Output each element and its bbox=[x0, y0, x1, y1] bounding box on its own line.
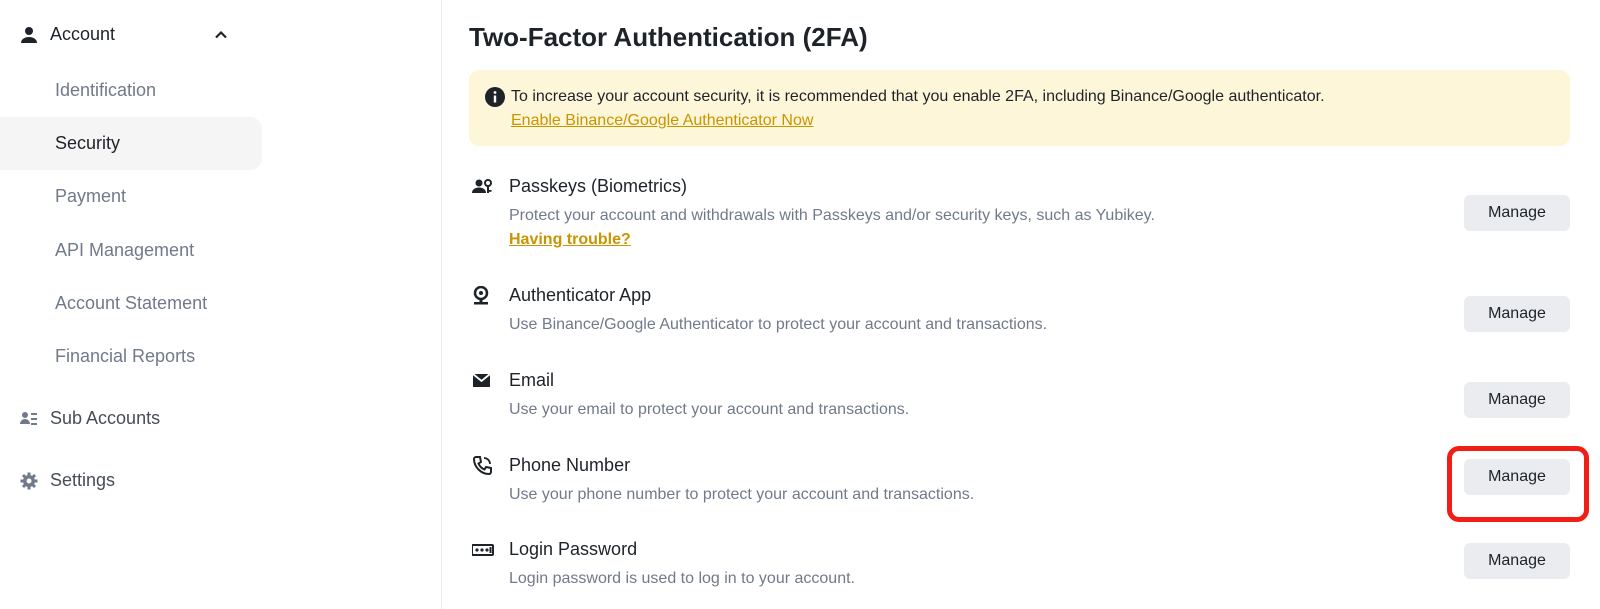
sidebar-group-account[interactable]: Account bbox=[20, 24, 230, 45]
sidebar: Account Identification Security Payment … bbox=[0, 0, 442, 609]
passkey-icon bbox=[472, 177, 494, 199]
sidebar-item-financial-reports[interactable]: Financial Reports bbox=[55, 346, 195, 367]
method-title: Passkeys (Biometrics) bbox=[509, 176, 688, 196]
sidebar-group-sub-accounts[interactable]: Sub Accounts bbox=[20, 408, 160, 429]
method-description: Protect your account and withdrawals wit… bbox=[509, 207, 1155, 224]
manage-email-button[interactable]: Manage bbox=[1464, 382, 1570, 418]
gear-icon bbox=[20, 472, 38, 490]
sidebar-item-label: API Management bbox=[55, 240, 195, 260]
chevron-up-icon[interactable] bbox=[212, 26, 230, 44]
sidebar-item-label: Payment bbox=[55, 186, 127, 206]
sidebar-item-label: Identification bbox=[55, 80, 157, 100]
user-icon bbox=[20, 26, 38, 44]
having-trouble-link[interactable]: Having trouble? bbox=[509, 231, 631, 249]
password-icon bbox=[471, 540, 494, 562]
page-title: Two-Factor Authentication (2FA) bbox=[469, 22, 868, 52]
notice-text: To increase your account security, it is… bbox=[511, 88, 1325, 105]
sidebar-account-label: Account bbox=[50, 24, 116, 44]
sidebar-item-label: Financial Reports bbox=[55, 346, 196, 366]
method-title: Phone Number bbox=[509, 455, 631, 475]
enable-authenticator-link[interactable]: Enable Binance/Google Authenticator Now bbox=[511, 112, 813, 130]
sidebar-item-security[interactable]: Security bbox=[55, 133, 120, 154]
method-description: Use Binance/Google Authenticator to prot… bbox=[509, 316, 1048, 333]
sidebar-item-api-management[interactable]: API Management bbox=[55, 240, 194, 261]
method-title: Login Password bbox=[509, 539, 638, 559]
manage-authenticator-button[interactable]: Manage bbox=[1464, 296, 1570, 332]
method-description: Login password is used to log in to your… bbox=[509, 570, 855, 587]
manage-password-button[interactable]: Manage bbox=[1464, 543, 1570, 579]
highlight-box bbox=[1447, 446, 1589, 522]
sidebar-item-label: Security bbox=[55, 133, 121, 153]
notice-banner: To increase your account security, it is… bbox=[469, 70, 1570, 146]
sidebar-active-highlight bbox=[0, 117, 262, 170]
sub-accounts-icon bbox=[20, 410, 38, 428]
method-title: Authenticator App bbox=[509, 285, 652, 305]
info-icon bbox=[485, 87, 505, 107]
authenticator-icon bbox=[472, 285, 494, 308]
sidebar-settings-label: Settings bbox=[50, 470, 116, 490]
phone-icon bbox=[472, 456, 494, 478]
sidebar-item-identification[interactable]: Identification bbox=[55, 80, 156, 101]
sidebar-item-account-statement[interactable]: Account Statement bbox=[55, 293, 207, 314]
method-title: Email bbox=[509, 370, 555, 390]
email-icon bbox=[472, 371, 494, 393]
sidebar-item-label: Account Statement bbox=[55, 293, 208, 313]
method-description: Use your email to protect your account a… bbox=[509, 401, 910, 418]
sidebar-item-payment[interactable]: Payment bbox=[55, 186, 126, 207]
manage-passkeys-button[interactable]: Manage bbox=[1464, 195, 1570, 231]
method-description: Use your phone number to protect your ac… bbox=[509, 486, 975, 503]
sidebar-group-settings[interactable]: Settings bbox=[20, 470, 115, 491]
sidebar-sub-accounts-label: Sub Accounts bbox=[50, 408, 161, 428]
